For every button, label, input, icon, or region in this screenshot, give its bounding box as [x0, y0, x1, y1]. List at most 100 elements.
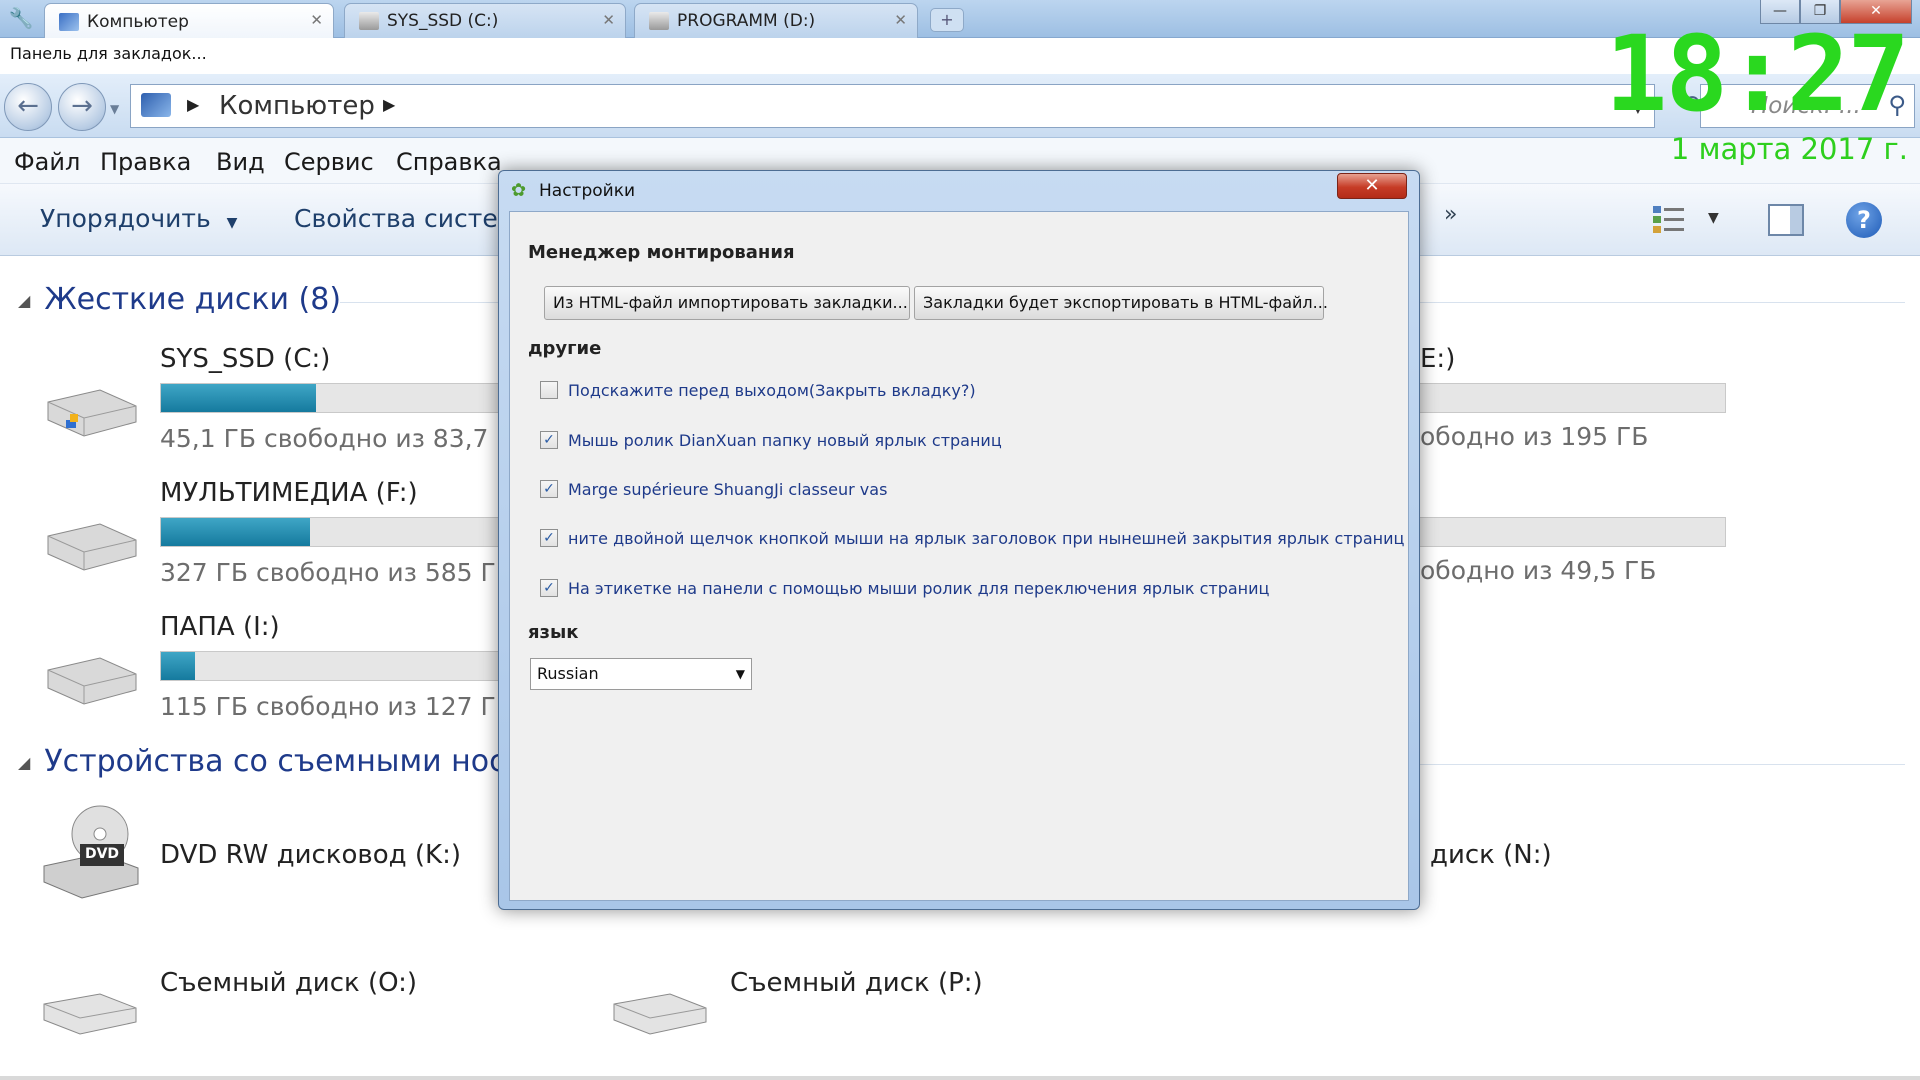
drive-name: SYS_SSD (C:) [160, 344, 331, 374]
clock-date: 1 марта 2017 г. [1670, 132, 1908, 166]
drive-n-label[interactable]: диск (N:) [1430, 840, 1552, 870]
drive-free-text: 45,1 ГБ свободно из 83,7 ГБ [160, 424, 529, 453]
settings-dialog: ✿ Настройки ✕ Менеджер монтирования Из H… [498, 170, 1420, 910]
option-label: Мышь ролик DianXuan папку новый ярлык ст… [568, 430, 1002, 450]
group-hard-disks[interactable]: ◢ Жесткие диски (8) [18, 282, 341, 317]
checkbox[interactable] [540, 381, 558, 399]
tab-computer[interactable]: Компьютер ✕ [44, 3, 334, 39]
drive-e-label[interactable]: E:) [1420, 344, 1455, 374]
import-bookmarks-button[interactable]: Из HTML-файл импортировать закладки... [544, 286, 910, 320]
forward-button[interactable]: → [58, 83, 106, 131]
tab-label: Компьютер [87, 11, 189, 32]
group-divider [1420, 764, 1905, 765]
drive-e-usage-bar [1400, 383, 1726, 413]
view-options-icon[interactable] [1652, 204, 1686, 234]
tab-sys-ssd[interactable]: SYS_SSD (C:) ✕ [344, 3, 626, 38]
mount-manager-header: Менеджер монтирования [528, 242, 795, 263]
organize-label: Упорядочить [40, 204, 211, 233]
menu-file[interactable]: Файл [14, 148, 80, 176]
option-label: Marge supérieure ShuangJi classeur vas [568, 479, 888, 499]
chevron-down-icon: ▼ [226, 215, 238, 231]
back-button[interactable]: ← [4, 83, 52, 131]
collapse-triangle-icon[interactable]: ◢ [18, 753, 30, 772]
other-header: другие [528, 338, 602, 359]
computer-icon [59, 12, 79, 31]
menu-edit[interactable]: Правка [100, 148, 191, 176]
dvd-badge: DVD [84, 846, 120, 862]
drive-name: МУЛЬТИМЕДИА (F:) [160, 478, 418, 508]
option-label: ните двойной щелчок кнопкой мыши на ярлы… [568, 528, 1405, 548]
dialog-title-bar: ✿ Настройки [511, 177, 635, 205]
close-tab-icon[interactable]: ✕ [894, 11, 907, 29]
wrench-icon[interactable]: 🔧 [8, 6, 34, 32]
drive-usage-bar [160, 517, 500, 547]
dialog-title: Настройки [539, 181, 636, 201]
drive-name: ПАПА (I:) [160, 612, 280, 642]
group-hard-disks-label: Жесткие диски (8) [44, 282, 342, 317]
status-divider [0, 1076, 1920, 1080]
export-bookmarks-button[interactable]: Закладки будет экспортировать в HTML-фай… [914, 286, 1328, 320]
breadcrumb-arrow-icon[interactable]: ▶ [187, 95, 199, 114]
drive-e-free-text: ободно из 195 ГБ [1420, 422, 1649, 451]
drive-free-text: ободно из 49,5 ГБ [1420, 556, 1657, 585]
hard-drive-icon [47, 523, 137, 571]
dialog-close-button[interactable]: ✕ [1337, 173, 1407, 199]
drive-name: DVD RW дисковод (K:) [160, 840, 461, 870]
system-properties-button[interactable]: Свойства систем [294, 204, 517, 233]
hard-drive-icon [47, 389, 137, 437]
language-value: Russian [537, 664, 599, 683]
bookmark-bar-text[interactable]: Панель для закладок... [10, 44, 207, 63]
group-removable-label: Устройства со съемными нос [44, 744, 506, 779]
computer-icon [141, 93, 171, 117]
group-removable[interactable]: ◢ Устройства со съемными нос [18, 744, 506, 779]
menu-view[interactable]: Вид [216, 148, 265, 176]
checkbox[interactable]: ✓ [540, 480, 558, 498]
drive-name: Съемный диск (P:) [730, 968, 983, 998]
preview-pane-button[interactable] [1768, 204, 1804, 236]
language-header: язык [528, 622, 579, 643]
hard-drive-icon [47, 657, 137, 705]
close-tab-icon[interactable]: ✕ [602, 11, 615, 29]
breadcrumb-arrow-icon[interactable]: ▶ [383, 95, 395, 114]
tab-programm[interactable]: PROGRAMM (D:) ✕ [634, 3, 918, 38]
more-commands-button[interactable]: » [1444, 202, 1457, 227]
organize-button[interactable]: Упорядочить ▼ [40, 204, 237, 233]
history-dropdown-icon[interactable]: ▼ [110, 102, 119, 116]
option-double-click-close[interactable]: ✓ ните двойной щелчок кнопкой мыши на яр… [540, 526, 1404, 550]
drive-usage-bar [160, 383, 500, 413]
tab-label: PROGRAMM (D:) [677, 11, 816, 31]
collapse-triangle-icon[interactable]: ◢ [18, 291, 30, 310]
drive-icon [649, 12, 669, 30]
drive-usage-bar [1400, 517, 1726, 547]
checkbox[interactable]: ✓ [540, 529, 558, 547]
drive-free-text: 115 ГБ свободно из 127 ГБ [160, 692, 513, 721]
drive-icon [359, 12, 379, 30]
menu-help[interactable]: Справка [396, 148, 502, 176]
language-select[interactable]: Russian ▼ [530, 658, 752, 690]
removable-drive-icon [43, 993, 137, 1035]
drive-free-text: 327 ГБ свободно из 585 ГБ [160, 558, 513, 587]
checkbox[interactable]: ✓ [540, 579, 558, 597]
option-top-margin[interactable]: ✓ Marge supérieure ShuangJi classeur vas [540, 477, 887, 501]
settings-gear-icon: ✿ [511, 180, 527, 201]
dialog-body: Менеджер монтирования Из HTML-файл импор… [509, 211, 1409, 901]
drive-name: Съемный диск (O:) [160, 968, 418, 998]
address-bar[interactable]: ▶ Компьютер ▶ ▼ [130, 84, 1655, 128]
help-icon[interactable]: ? [1846, 202, 1882, 238]
checkbox[interactable]: ✓ [540, 431, 558, 449]
menu-tools[interactable]: Сервис [284, 148, 374, 176]
close-tab-icon[interactable]: ✕ [310, 11, 323, 29]
removable-drive-icon [613, 993, 707, 1035]
option-wheel-switch-tabs[interactable]: ✓ На этикетке на панели с помощью мыши р… [540, 576, 1269, 600]
option-label: Подскажите перед выходом(Закрыть вкладку… [568, 380, 976, 400]
drive-usage-fill [161, 384, 317, 412]
view-dropdown-icon[interactable]: ▼ [1708, 210, 1719, 226]
breadcrumb-computer[interactable]: Компьютер [219, 91, 375, 121]
new-tab-button[interactable]: + [930, 8, 964, 32]
desktop-clock: 18:27 1 марта 2017 г. [1605, 22, 1920, 166]
tab-label: SYS_SSD (C:) [387, 11, 499, 31]
clock-time: 18:27 [1604, 13, 1910, 135]
option-confirm-exit[interactable]: Подскажите перед выходом(Закрыть вкладку… [540, 378, 976, 402]
option-wheel-new-tab[interactable]: ✓ Мышь ролик DianXuan папку новый ярлык … [540, 428, 1002, 452]
drive-usage-bar [160, 651, 500, 681]
